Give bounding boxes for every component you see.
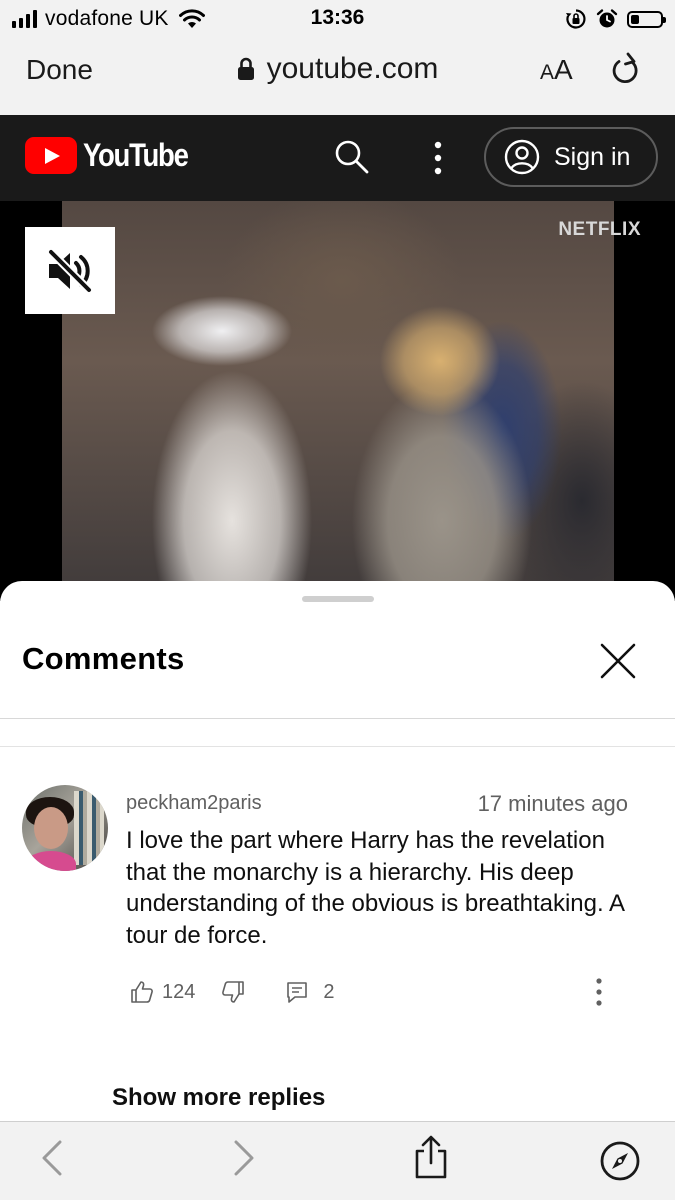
like-button[interactable]: 124 bbox=[130, 980, 195, 1004]
youtube-header: YouTube Sign in bbox=[0, 115, 675, 201]
video-watermark: NETFLIX bbox=[558, 219, 641, 240]
youtube-play-icon bbox=[25, 137, 77, 174]
sign-in-label: Sign in bbox=[554, 142, 631, 171]
comment-more-icon[interactable] bbox=[594, 977, 604, 1007]
compass-icon[interactable] bbox=[599, 1140, 641, 1182]
youtube-logo[interactable]: YouTube bbox=[25, 137, 205, 174]
reply-count: 2 bbox=[323, 980, 335, 1003]
comments-title: Comments bbox=[22, 641, 185, 676]
search-icon[interactable] bbox=[334, 139, 370, 175]
divider bbox=[0, 718, 675, 719]
status-right bbox=[565, 6, 666, 32]
muted-speaker-icon bbox=[47, 247, 93, 294]
unmute-button[interactable] bbox=[25, 227, 115, 314]
text-size-button[interactable]: AA bbox=[540, 54, 573, 86]
reload-icon[interactable] bbox=[610, 52, 642, 86]
text-size-small-a: A bbox=[540, 61, 555, 84]
comment-icon bbox=[287, 982, 308, 1003]
comments-panel: Comments peckham2paris 17 minutes ago I … bbox=[0, 581, 675, 1121]
reply-button[interactable]: 2 bbox=[285, 980, 335, 1004]
forward-icon[interactable] bbox=[232, 1138, 256, 1178]
share-icon[interactable] bbox=[413, 1134, 449, 1180]
safari-address-bar: Done youtube.com AA bbox=[0, 38, 675, 115]
account-icon bbox=[504, 139, 540, 175]
comment-author[interactable]: peckham2paris bbox=[126, 792, 262, 815]
comment-actions: 124 2 bbox=[130, 977, 335, 1007]
lock-icon bbox=[237, 57, 254, 80]
sign-in-button[interactable]: Sign in bbox=[484, 127, 658, 187]
dislike-button[interactable] bbox=[221, 980, 245, 1004]
thumbs-down-icon bbox=[222, 981, 245, 1003]
video-frame bbox=[62, 201, 614, 601]
thumbs-up-icon bbox=[131, 981, 153, 1003]
comment-time: 17 minutes ago bbox=[477, 791, 628, 816]
show-more-replies-button[interactable]: Show more replies bbox=[112, 1084, 325, 1112]
divider bbox=[0, 746, 675, 747]
status-bar: vodafone UK 13:36 bbox=[0, 0, 675, 38]
drag-handle[interactable] bbox=[302, 596, 374, 602]
text-size-large-a: A bbox=[554, 54, 573, 85]
alarm-icon bbox=[596, 9, 618, 28]
youtube-wordmark: YouTube bbox=[83, 137, 189, 173]
like-count: 124 bbox=[162, 980, 196, 1003]
more-vertical-icon[interactable] bbox=[430, 141, 446, 175]
comment-text: I love the part where Harry has the reve… bbox=[126, 827, 624, 949]
orientation-lock-icon bbox=[566, 9, 586, 29]
back-icon[interactable] bbox=[40, 1138, 64, 1178]
close-icon[interactable] bbox=[598, 641, 638, 681]
battery-icon bbox=[627, 10, 666, 28]
avatar[interactable] bbox=[22, 785, 108, 871]
safari-toolbar bbox=[0, 1121, 675, 1200]
url-text: youtube.com bbox=[266, 52, 439, 85]
video-player[interactable]: NETFLIX bbox=[0, 201, 675, 601]
url-field[interactable]: youtube.com bbox=[0, 52, 675, 86]
